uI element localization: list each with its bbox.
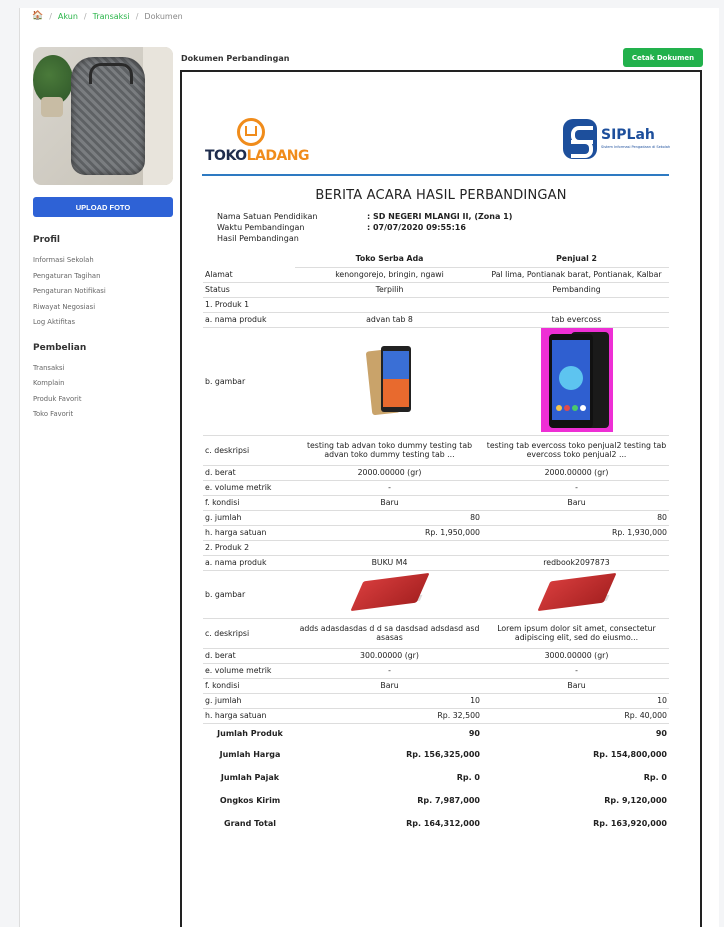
profil-title: Profil [33,235,60,245]
breadcrumb-akun[interactable]: Akun [58,12,78,21]
table-row: e. volume metrik - - [203,480,669,496]
table-row: a. nama produk advan tab 8 tab evercoss [203,312,669,328]
breadcrumb: 🏠 / Akun / Transaksi / Dokumen [32,11,183,21]
table-row: Status Terpilih Pembanding [203,282,669,298]
product-image-evercoss-tab [540,328,613,432]
table-row: 1. Produk 1 [203,297,669,313]
table-row: a. nama produk BUKU M4 redbook2097873 [203,555,669,571]
print-document-button[interactable]: Cetak Dokumen [623,48,703,67]
upload-photo-button[interactable]: UPLOAD FOTO [33,197,173,217]
page-title: Dokumen Perbandingan [181,54,290,63]
table-row: Alamat kenongorejo, bringin, ngawi Pal lim… [203,267,669,283]
table-row: d. berat 300.00000 (gr) 3000.00000 (gr) [203,648,669,664]
document-title: BERITA ACARA HASIL PERBANDINGAN [315,188,567,203]
product-image-advan-tab [365,346,411,415]
table-row: f. kondisi Baru Baru [203,678,669,694]
avatar [33,47,173,185]
document-meta: Nama Satuan Pendidikan: SD NEGERI MLANGI… [217,212,513,243]
table-row: e. volume metrik - - [203,663,669,679]
total-row: Jumlah Produk 90 90 [217,728,667,738]
breadcrumb-transaksi[interactable]: Transaksi [93,12,130,21]
table-header: Toko Serba Ada Penjual 2 [203,250,669,268]
pembelian-section: Pembelian Transaksi Komplain Produk Favo… [33,343,173,423]
home-icon[interactable]: 🏠 [32,11,43,21]
table-row: d. berat 2000.00000 (gr) 2000.00000 (gr) [203,465,669,481]
siplah-logo: SIPLah Sistem Informasi Pengadaan di Sek… [563,114,673,168]
sidebar-item-komplain[interactable]: Komplain [33,376,173,392]
breadcrumb-dokumen: Dokumen [144,11,183,21]
sidebar-item-transaksi[interactable]: Transaksi [33,361,173,377]
sidebar-item-informasi-sekolah[interactable]: Informasi Sekolah [33,253,173,269]
sidebar-item-pengaturan-notifikasi[interactable]: Pengaturan Notifikasi [33,284,173,300]
siplah-logo-icon [563,119,597,159]
sidebar: UPLOAD FOTO Profil Informasi Sekolah Pen… [33,47,173,423]
product-image-buku-m4 [349,572,430,615]
total-row: Jumlah Pajak Rp. 0 Rp. 0 [220,773,667,782]
sidebar-item-pengaturan-tagihan[interactable]: Pengaturan Tagihan [33,269,173,285]
table-row: f. kondisi Baru Baru [203,495,669,511]
total-row: Jumlah Harga Rp. 156,325,000 Rp. 154,800,0… [219,750,667,759]
document-header: TOKOLADANG SIPLah Sistem Informasi Penga… [202,108,670,176]
total-row: Grand Total Rp. 164,312,000 Rp. 163,920,00… [224,819,667,828]
tokoladang-logo: TOKOLADANG [205,114,310,166]
table-row: c. deskripsi adds adasdasdas d d sa dasds… [203,618,669,649]
table-row: c. deskripsi testing tab advan toko dummy… [203,435,669,466]
backpack-photo [71,57,145,175]
product-image-redbook [536,572,617,615]
sidebar-item-riwayat-negosiasi[interactable]: Riwayat Negosiasi [33,300,173,316]
document-preview: TOKOLADANG SIPLah Sistem Informasi Penga… [180,70,702,927]
table-row: g. jumlah 80 80 [203,510,669,526]
comparison-table: Toko Serba Ada Penjual 2 Alamat kenongore… [203,250,669,835]
table-row: 2. Produk 2 [203,540,669,556]
sidebar-item-log-aktifitas[interactable]: Log Aktifitas [33,315,173,331]
table-row: g. jumlah 10 10 [203,693,669,709]
pembelian-title: Pembelian [33,342,87,353]
sidebar-item-toko-favorit[interactable]: Toko Favorit [33,407,173,423]
table-row: h. harga satuan Rp. 1,950,000 Rp. 1,930,00… [203,525,669,541]
total-row: Ongkos Kirim Rp. 7,987,000 Rp. 9,120,000 [219,796,667,805]
table-row: b. gambar [203,570,669,619]
table-row: b. gambar [203,327,669,436]
profil-section: Profil Informasi Sekolah Pengaturan Tagi… [33,235,173,331]
sidebar-item-produk-favorit[interactable]: Produk Favorit [33,392,173,408]
table-row: h. harga satuan Rp. 32,500 Rp. 40,000 [203,708,669,724]
